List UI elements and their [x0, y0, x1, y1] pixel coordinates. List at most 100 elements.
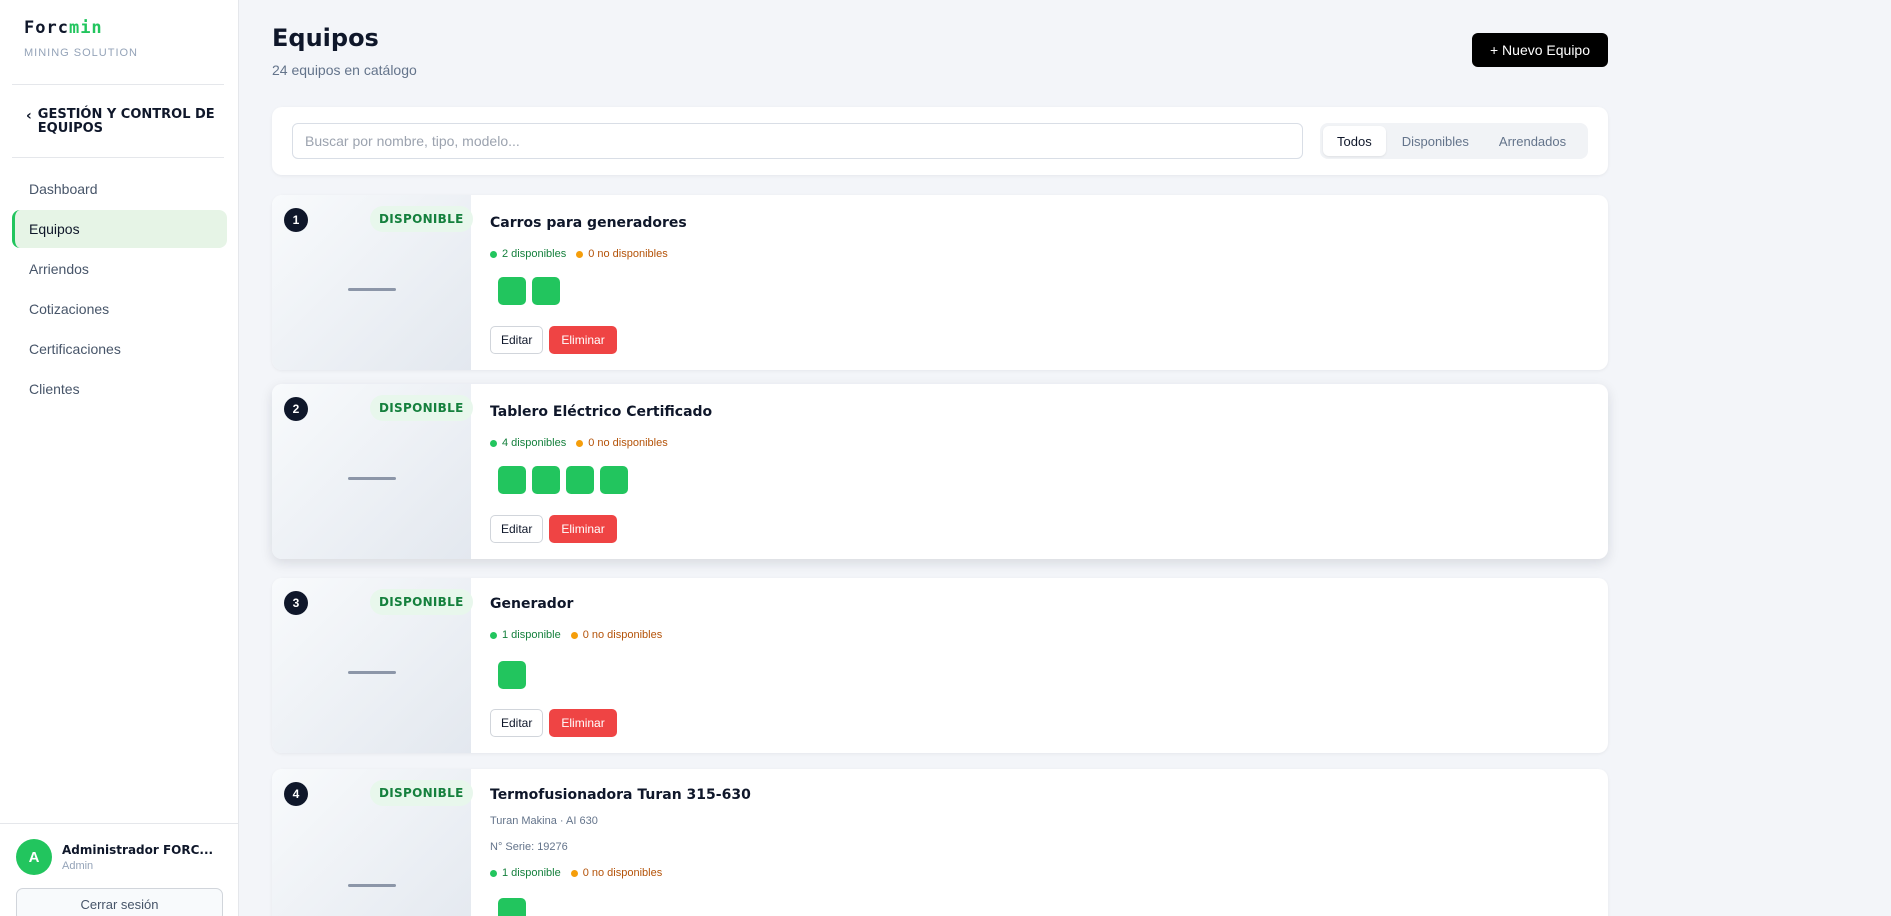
unavailable-count: 0 no disponibles [576, 437, 668, 449]
equipment-name: Tablero Eléctrico Certificado [490, 404, 713, 420]
green-dot-icon [490, 439, 497, 447]
equipment-details: Generador 1 disponible 0 no disponibles … [490, 578, 1608, 753]
avatar: A [16, 839, 52, 875]
unavailable-text: 0 no disponibles [588, 248, 668, 260]
status-badge: DISPONIBLE [370, 780, 473, 806]
sidebar-item-clientes[interactable]: Clientes [12, 370, 227, 408]
page-title: Equipos [272, 24, 379, 52]
tab-arrendados[interactable]: Arrendados [1485, 126, 1580, 156]
available-text: 1 disponible [502, 867, 561, 879]
user-role: Admin [62, 859, 94, 872]
availability-summary: 4 disponibles 0 no disponibles [490, 437, 668, 449]
unit-status-tile[interactable] [498, 898, 526, 916]
sidebar-item-dashboard[interactable]: Dashboard [12, 170, 227, 208]
green-dot-icon [490, 631, 497, 639]
green-dot-icon [490, 869, 497, 877]
item-number: 4 [284, 782, 308, 806]
equipment-card[interactable]: 1 DISPONIBLE Carros para generadores 2 d… [272, 195, 1608, 370]
equipment-image-placeholder: 4 DISPONIBLE [272, 769, 473, 916]
status-badge: DISPONIBLE [370, 589, 473, 615]
tab-disponibles[interactable]: Disponibles [1388, 126, 1483, 156]
unavailable-text: 0 no disponibles [582, 629, 663, 641]
available-count: 1 disponible [490, 629, 561, 641]
item-number: 2 [284, 397, 308, 421]
green-dot-icon [490, 250, 497, 258]
sidebar-item-equipos[interactable]: Equipos [12, 210, 227, 248]
card-actions: Editar Eliminar [490, 709, 617, 737]
delete-button[interactable]: Eliminar [549, 515, 617, 543]
available-text: 1 disponible [502, 629, 561, 641]
orange-dot-icon [570, 869, 578, 877]
edit-button[interactable]: Editar [490, 326, 544, 354]
item-number: 3 [284, 591, 308, 615]
unavailable-count: 0 no disponibles [570, 867, 663, 879]
orange-dot-icon [576, 439, 584, 447]
available-text: 4 disponibles [502, 437, 567, 449]
unit-status-tile[interactable] [532, 277, 560, 305]
equipment-image-placeholder: 3 DISPONIBLE [272, 578, 473, 753]
logo-main: Forc [24, 18, 69, 38]
available-count: 2 disponibles [490, 248, 566, 260]
available-count: 4 disponibles [490, 437, 566, 449]
delete-button[interactable]: Eliminar [549, 326, 617, 354]
unit-status-tile[interactable] [566, 466, 594, 494]
sidebar: Forcmin MINING SOLUTION ‹ GESTIÓN Y CONT… [0, 0, 239, 916]
unavailable-text: 0 no disponibles [582, 867, 663, 879]
sidebar-divider [12, 157, 224, 158]
unavailable-count: 0 no disponibles [570, 629, 663, 641]
user-profile: A Administrador FORC... Admin [16, 839, 213, 875]
orange-dot-icon [576, 250, 584, 258]
equipment-card[interactable]: 4 DISPONIBLE Termofusionadora Turan 315-… [272, 769, 1608, 916]
equipment-name: Carros para generadores [490, 215, 687, 231]
unit-status-tile[interactable] [532, 466, 560, 494]
unit-list [498, 898, 526, 916]
equipment-details: Termofusionadora Turan 315-630 Turan Mak… [490, 769, 1608, 916]
unit-list [498, 466, 628, 494]
search-input[interactable] [292, 123, 1303, 159]
logout-button[interactable]: Cerrar sesión [16, 888, 223, 916]
available-text: 2 disponibles [502, 248, 567, 260]
equipment-details: Carros para generadores 2 disponibles 0 … [490, 195, 1608, 370]
chevron-left-icon: ‹ [26, 108, 32, 124]
available-count: 1 disponible [490, 867, 561, 879]
equipment-image-placeholder: 1 DISPONIBLE [272, 195, 473, 370]
unavailable-count: 0 no disponibles [576, 248, 668, 260]
equipment-image-placeholder: 2 DISPONIBLE [272, 384, 473, 559]
equipment-brand-model: Turan Makina · AI 630 [490, 815, 598, 827]
availability-summary: 1 disponible 0 no disponibles [490, 629, 662, 641]
status-badge: DISPONIBLE [370, 206, 473, 232]
brand-logo[interactable]: Forcmin [24, 18, 138, 38]
image-placeholder-icon [348, 884, 396, 887]
image-placeholder-icon [348, 671, 396, 674]
delete-button[interactable]: Eliminar [549, 709, 617, 737]
equipment-card[interactable]: 3 DISPONIBLE Generador 1 disponible 0 no… [272, 578, 1608, 753]
section-back-link[interactable]: ‹ GESTIÓN Y CONTROL DE EQUIPOS [26, 108, 216, 136]
orange-dot-icon [570, 631, 578, 639]
unit-status-tile[interactable] [498, 277, 526, 305]
sidebar-item-certificaciones[interactable]: Certificaciones [12, 330, 227, 368]
sidebar-divider [12, 84, 224, 85]
new-equipment-button[interactable]: + Nuevo Equipo [1472, 33, 1608, 67]
unit-status-tile[interactable] [498, 661, 526, 689]
equipment-name: Termofusionadora Turan 315-630 [490, 787, 751, 803]
tab-todos[interactable]: Todos [1323, 126, 1386, 156]
equipment-card[interactable]: 2 DISPONIBLE Tablero Eléctrico Certifica… [272, 384, 1608, 559]
availability-summary: 2 disponibles 0 no disponibles [490, 248, 668, 260]
sidebar-item-cotizaciones[interactable]: Cotizaciones [12, 290, 227, 328]
unit-status-tile[interactable] [498, 466, 526, 494]
edit-button[interactable]: Editar [490, 515, 544, 543]
status-filter-tabs: Todos Disponibles Arrendados [1320, 123, 1588, 159]
unit-list [498, 277, 560, 305]
filter-bar: Todos Disponibles Arrendados [272, 107, 1608, 175]
sidebar-nav: Dashboard Equipos Arriendos Cotizaciones… [12, 170, 227, 410]
logo-accent: min [68, 18, 103, 38]
equipment-name: Generador [490, 596, 574, 612]
section-title: GESTIÓN Y CONTROL DE EQUIPOS [37, 107, 215, 136]
availability-summary: 1 disponible 0 no disponibles [490, 867, 662, 879]
brand: Forcmin MINING SOLUTION [24, 18, 138, 59]
edit-button[interactable]: Editar [490, 709, 544, 737]
unavailable-text: 0 no disponibles [588, 437, 668, 449]
sidebar-divider [0, 823, 238, 824]
sidebar-item-arriendos[interactable]: Arriendos [12, 250, 227, 288]
unit-status-tile[interactable] [600, 466, 628, 494]
